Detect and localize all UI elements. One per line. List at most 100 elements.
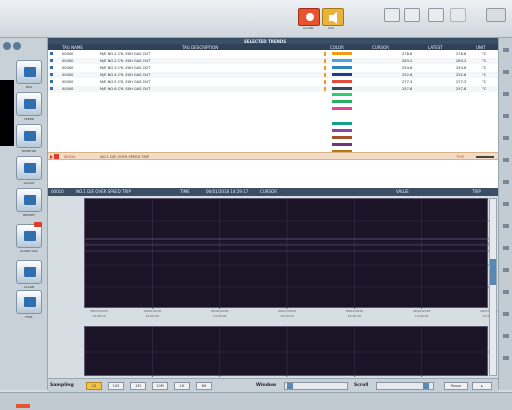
row-check-icon[interactable] — [50, 52, 53, 55]
scroll-slider-thumb[interactable] — [423, 383, 429, 389]
row-check-icon[interactable] — [50, 66, 53, 69]
sidebar-button-bus[interactable] — [16, 60, 42, 84]
sidebar-button-alarm-log[interactable] — [16, 224, 42, 248]
chart-scroll-thumb[interactable] — [490, 259, 496, 285]
col-header-unit: UNIT — [476, 45, 486, 50]
right-bar-marker — [503, 48, 509, 52]
nav-prev-button[interactable] — [3, 42, 11, 50]
speaker-icon — [329, 12, 337, 24]
sampling-option-1m[interactable]: 1M — [130, 382, 146, 390]
right-bar-marker — [503, 202, 509, 206]
cell-cursor: 278.6 — [402, 52, 413, 56]
window-slider[interactable] — [284, 382, 348, 390]
cell-latest: 277.3 — [456, 80, 467, 84]
network-button[interactable] — [428, 8, 444, 22]
color-swatch[interactable] — [332, 107, 352, 110]
x-axis-date: 06/01/2018 — [278, 309, 296, 313]
selected-table-row[interactable]: 00010 NO.1 D/E OVER SPEED TRIP TRIP — [48, 152, 498, 160]
color-swatch[interactable] — [332, 122, 352, 125]
trend-controls: Sampling 1S 10S 1M 10M 1H 6H Window Scroll Pa… — [48, 378, 498, 392]
sidebar-button-trend[interactable] — [16, 92, 42, 116]
sampling-option-1s[interactable]: 1S — [86, 382, 102, 390]
sidebar-button-monitor[interactable] — [16, 124, 42, 148]
color-swatch[interactable] — [332, 93, 352, 96]
link-button[interactable] — [450, 8, 466, 22]
sampling-option-1h[interactable]: 1H — [174, 382, 190, 390]
row-arrow-icon — [50, 155, 53, 159]
row-color-swatch[interactable] — [332, 52, 352, 55]
table-row[interactable]: 00000 M/E NO.6 CYL EXH GAS OUT 257.8 257.8 °… — [48, 86, 498, 92]
upper-trend-plot[interactable] — [84, 198, 489, 309]
user-button[interactable] — [486, 8, 506, 22]
printer-button[interactable] — [384, 8, 400, 22]
row-color-swatch[interactable] — [332, 59, 352, 62]
cell-cursor: 254.6 — [402, 66, 413, 70]
color-swatch[interactable] — [332, 136, 352, 139]
pause-button[interactable]: Pause — [444, 382, 468, 390]
top-toolbar: ALARM ACK — [0, 0, 512, 38]
row-color-swatch[interactable] — [332, 66, 352, 69]
row-color-swatch[interactable] — [332, 80, 352, 83]
cell-unit: °C — [482, 73, 487, 77]
sampling-option-10m[interactable]: 10M — [152, 382, 168, 390]
trend-info-cursor-label: CURSOR — [260, 189, 277, 194]
sidebar-button-tool[interactable] — [16, 290, 42, 314]
trend-info-value-label: VALUE — [396, 189, 409, 194]
cell-tag: 00000 — [62, 73, 74, 77]
cell-tag: 00000 — [62, 80, 74, 84]
sampling-option-6h[interactable]: 6H — [196, 382, 212, 390]
row-color-dot — [324, 87, 326, 91]
sidebar-label: BUS — [25, 85, 33, 89]
sidebar-button-gauge[interactable] — [16, 156, 42, 180]
cell-unit: °C — [482, 66, 487, 70]
cell-tag: 00000 — [62, 59, 74, 63]
sampling-label: Sampling — [50, 383, 74, 388]
selected-cell-desc: NO.1 D/E OVER SPEED TRIP — [100, 155, 150, 159]
scroll-slider[interactable] — [376, 382, 434, 390]
color-swatch[interactable] — [332, 143, 352, 146]
go-button[interactable]: ▸ — [472, 382, 492, 390]
alarm-log-icon — [24, 231, 36, 241]
sidebar-label: REPORT — [23, 213, 35, 217]
cell-cursor: 252.6 — [402, 73, 413, 77]
row-check-icon[interactable] — [50, 73, 53, 76]
cell-desc: M/E NO.4 CYL EXH GAS OUT — [100, 73, 151, 77]
sampling-option-10s[interactable]: 10S — [108, 382, 124, 390]
sidebar-label: ALARM — [23, 285, 35, 289]
row-color-swatch[interactable] — [332, 73, 352, 76]
table-row[interactable]: 00000 M/E NO.2 CYL EXH GAS OUT 263.2 263.2 °… — [48, 58, 498, 64]
sidebar-label: TOOL — [24, 315, 34, 319]
row-check-icon[interactable] — [50, 87, 53, 90]
right-edge-bar — [498, 38, 512, 390]
lower-trend-plot[interactable] — [84, 326, 489, 377]
alarm-button[interactable] — [298, 8, 320, 26]
sidebar-button-alarm[interactable] — [16, 260, 42, 284]
sidebar-button-report[interactable] — [16, 188, 42, 212]
chart-scrollbar[interactable] — [489, 198, 497, 376]
report-icon — [24, 195, 36, 205]
row-check-icon[interactable] — [50, 80, 53, 83]
nav-next-button[interactable] — [13, 42, 21, 50]
alarm-bell-icon — [306, 13, 314, 21]
ack-button[interactable] — [322, 8, 344, 26]
display-button[interactable] — [404, 8, 420, 22]
selected-cell-latest: TRIP — [456, 155, 464, 159]
upper-plot-grid — [85, 199, 489, 309]
table-row[interactable]: 00000 M/E NO.1 CYL EXH GAS OUT 278.6 278.6 °… — [48, 51, 498, 57]
col-header-tag-name: TAG NAME — [62, 45, 83, 50]
trend-info-tag: 00010 — [51, 189, 64, 194]
x-axis-time: 14:29:00 — [212, 314, 227, 318]
row-check-icon[interactable] — [50, 59, 53, 62]
table-row[interactable]: 00000 M/E NO.3 CYL EXH GAS OUT 254.6 254.6 °… — [48, 65, 498, 71]
table-row[interactable]: 00000 M/E NO.4 CYL EXH GAS OUT 252.6 252.6 °… — [48, 72, 498, 78]
color-swatch[interactable] — [332, 129, 352, 132]
window-slider-thumb[interactable] — [287, 383, 293, 389]
color-swatch[interactable] — [332, 100, 352, 103]
table-header-row: TAG NAME TAG DESCRIPTION COLOR CURSOR LA… — [48, 44, 498, 50]
cell-desc: M/E NO.6 CYL EXH GAS OUT — [100, 87, 151, 91]
x-axis-time: 14:29:30 — [347, 314, 362, 318]
row-color-swatch[interactable] — [332, 87, 352, 90]
table-row[interactable]: 00000 M/E NO.5 CYL EXH GAS OUT 277.3 277.3 °… — [48, 79, 498, 85]
cell-latest: 263.2 — [456, 59, 467, 63]
cell-desc: M/E NO.5 CYL EXH GAS OUT — [100, 80, 151, 84]
